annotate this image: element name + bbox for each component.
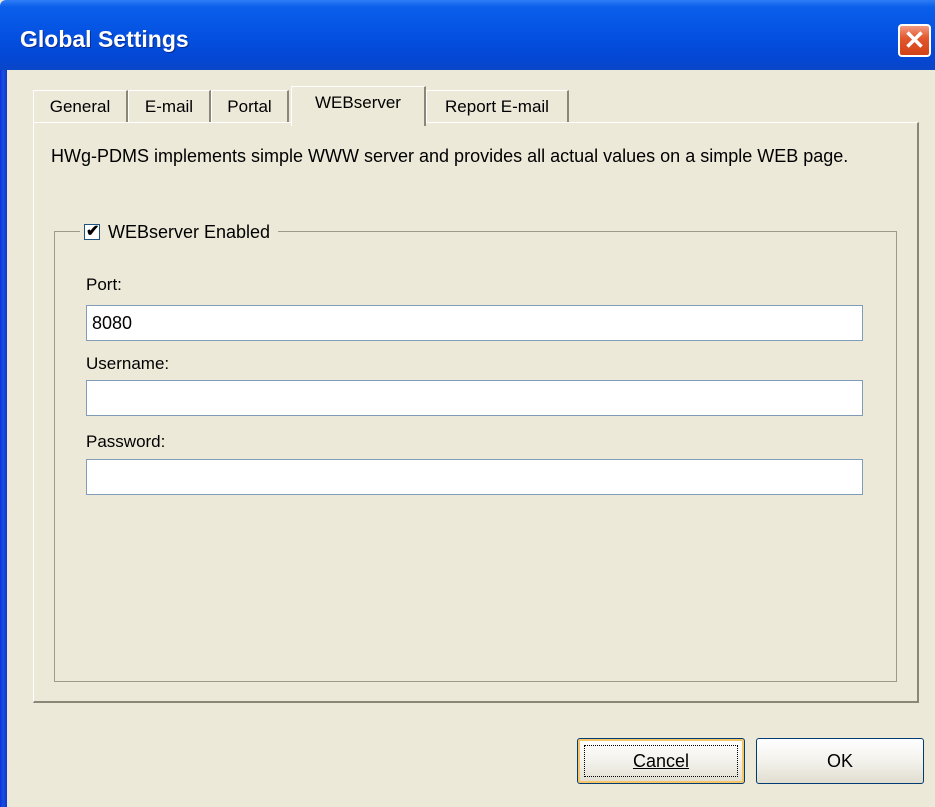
webserver-enabled-checkbox[interactable]: ✔ WEBserver Enabled xyxy=(80,219,279,245)
webserver-enabled-label[interactable]: WEBserver Enabled xyxy=(108,222,270,243)
port-input[interactable] xyxy=(86,305,863,341)
tab-report-email[interactable]: Report E-mail xyxy=(426,90,569,123)
password-label: Password: xyxy=(86,432,166,451)
username-label: Username: xyxy=(86,354,170,373)
cancel-button[interactable]: Cancel xyxy=(577,738,745,784)
tab-portal[interactable]: Portal xyxy=(211,90,289,123)
tab-webserver[interactable]: WEBserver xyxy=(291,86,426,126)
webserver-description: HWg-PDMS implements simple WWW server an… xyxy=(51,146,849,166)
close-icon: ✕ xyxy=(903,25,926,55)
checkbox-box[interactable]: ✔ xyxy=(84,223,100,240)
webserver-group xyxy=(54,231,897,682)
close-button[interactable]: ✕ xyxy=(898,24,931,57)
focus-ring xyxy=(584,745,738,777)
window-frame xyxy=(0,70,7,807)
checkmark-icon: ✔ xyxy=(86,223,100,240)
global-settings-dialog: Global Settings ✕ General E-mail Portal … xyxy=(0,0,935,807)
ok-button[interactable]: OK xyxy=(756,738,924,784)
title-bar[interactable]: Global Settings ✕ xyxy=(0,0,935,70)
tab-general[interactable]: General xyxy=(33,90,128,123)
tab-email[interactable]: E-mail xyxy=(128,90,211,123)
port-label: Port: xyxy=(86,275,122,294)
username-input[interactable] xyxy=(86,380,863,416)
window-title: Global Settings xyxy=(20,26,189,52)
password-input[interactable] xyxy=(86,459,863,495)
ok-button-label: OK xyxy=(826,751,853,771)
